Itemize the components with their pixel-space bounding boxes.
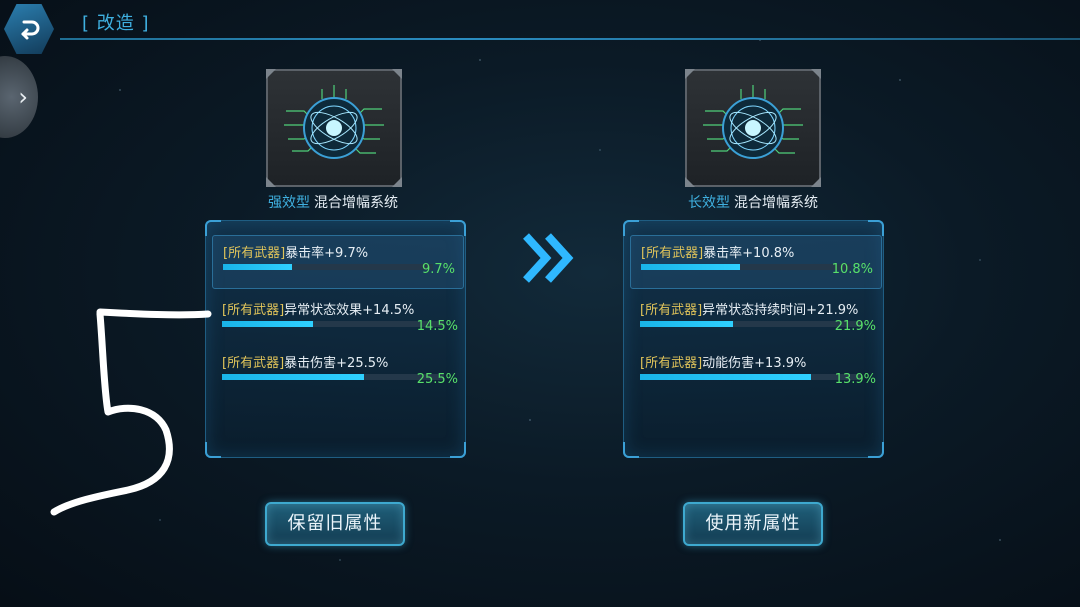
- stat-bar: [640, 374, 862, 380]
- new-stat-row: [所有武器]暴击率+10.8% 10.8%: [630, 235, 882, 289]
- stat-bar: [222, 374, 444, 380]
- new-stat-row: [所有武器]异常状态持续时间+21.9% 21.9%: [640, 303, 876, 334]
- old-stat-row: [所有武器]异常状态效果+14.5% 14.5%: [222, 303, 458, 334]
- new-attributes-panel: [所有武器]暴击率+10.8% 10.8% [所有武器]异常状态持续时间+21.…: [623, 220, 884, 458]
- new-item-image: [685, 69, 821, 187]
- stat-bar: [222, 321, 444, 327]
- old-item-type: 强效型: [268, 195, 310, 211]
- old-item-image: [266, 69, 402, 187]
- header-divider: [60, 38, 1080, 40]
- chevron-right-icon: ›: [18, 83, 28, 111]
- stat-value: 13.9%: [834, 372, 876, 387]
- stat-value: 21.9%: [834, 319, 876, 334]
- circuit-core-icon: [703, 85, 803, 159]
- side-panel-toggle[interactable]: ›: [0, 56, 38, 138]
- double-chevron-icon: [523, 233, 574, 283]
- stat-value: 25.5%: [416, 372, 458, 387]
- circuit-core-icon: [284, 85, 384, 159]
- use-new-attributes-button[interactable]: 使用新属性: [683, 502, 823, 546]
- old-stat-row: [所有武器]暴击伤害+25.5% 25.5%: [222, 356, 458, 387]
- new-item-type: 长效型: [688, 195, 730, 211]
- keep-old-attributes-button[interactable]: 保留旧属性: [265, 502, 405, 546]
- top-bar: [ 改造 ]: [0, 0, 1080, 44]
- stat-bar: [641, 264, 851, 270]
- stat-bar: [223, 264, 433, 270]
- new-item-name: 长效型 混合增幅系统: [688, 195, 818, 211]
- old-attributes-panel: [所有武器]暴击率+9.7% 9.7% [所有武器]异常状态效果+14.5% 1…: [205, 220, 466, 458]
- stat-value: 9.7%: [421, 262, 455, 277]
- page-title: [ 改造 ]: [82, 13, 150, 34]
- starfield-background: [0, 0, 1080, 607]
- stat-value: 14.5%: [416, 319, 458, 334]
- old-stat-row: [所有武器]暴击率+9.7% 9.7%: [212, 235, 464, 289]
- new-stat-row: [所有武器]动能伤害+13.9% 13.9%: [640, 356, 876, 387]
- stat-value: 10.8%: [831, 262, 873, 277]
- handwritten-annotation: [50, 308, 212, 516]
- old-item-name: 强效型 混合增幅系统: [268, 195, 398, 211]
- stat-bar: [640, 321, 862, 327]
- back-icon: [21, 20, 40, 40]
